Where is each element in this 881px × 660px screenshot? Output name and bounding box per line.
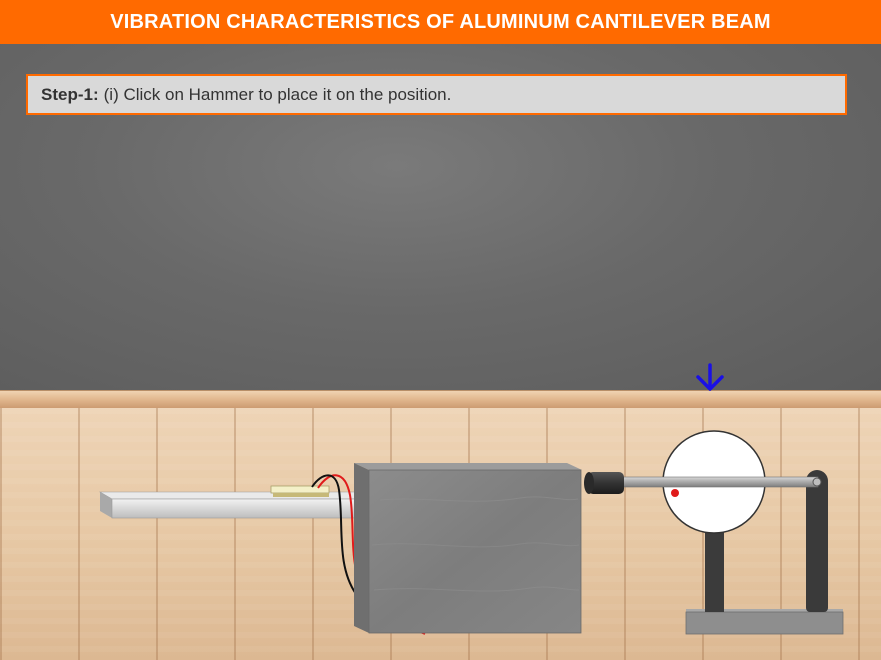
sensor-patch bbox=[270, 485, 330, 497]
clamp-block bbox=[354, 463, 582, 634]
down-arrow-icon bbox=[696, 363, 724, 391]
cantilever-beam bbox=[98, 491, 371, 519]
experiment-scene bbox=[98, 363, 844, 635]
dial-marker-dot bbox=[671, 489, 679, 497]
